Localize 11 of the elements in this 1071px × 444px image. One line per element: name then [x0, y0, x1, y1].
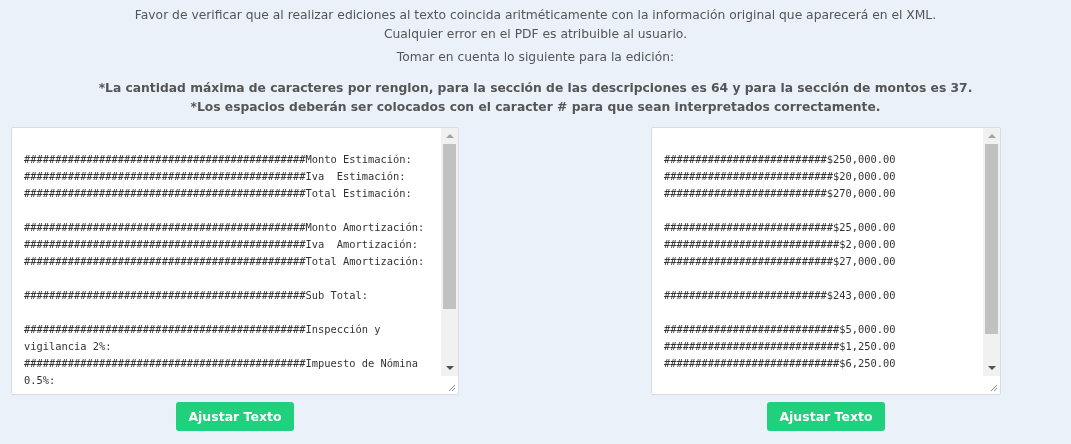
text-area[interactable]: #############################################Monto Estimación: #############################################Iva Estimación: #############################################Total Estimación: #############################################Monto Amortización: #############################################Iva Amortización: #############################################Total Amortización: #############################################Sub Total: #############################################Inspección y vigilancia 2%: #############################################Impuesto de Nómina 0.5%:: [11, 127, 459, 395]
rule-text: *La cantidad máxima de caracteres por renglon, para la sección de las descripciones es 64 y para la sección de montos es 37.: [98, 80, 973, 97]
resize-handle-icon[interactable]: [448, 384, 456, 392]
notice-text: Favor de verificar que al realizar ediciones al texto coincida aritméticamente con la información original que aparecerá en el XML.: [134, 7, 937, 24]
scrollbar[interactable]: [983, 128, 1000, 376]
scrollbar[interactable]: [441, 128, 458, 376]
instructions-heading: Tomar en cuenta lo siguiente para la edición:: [396, 49, 675, 66]
text-area[interactable]: ##########################$250,000.00 ###########################$20,000.00 ##########################$270,000.00 ###########################$25,000.00 ############################$2,000.00 ###########################$27,000.00 ##########################$243,000.00 ############################$5,000.00 ############################$1,250.00 ############################$6,250.00: [651, 127, 1001, 395]
rule-text: *Los espacios deberán ser colocados con el caracter # para que sean interpretados correctamente.: [190, 99, 881, 116]
notice-text: Cualquier error en el PDF es atribuible al usuario.: [383, 26, 688, 43]
resize-handle-icon[interactable]: [990, 384, 998, 392]
